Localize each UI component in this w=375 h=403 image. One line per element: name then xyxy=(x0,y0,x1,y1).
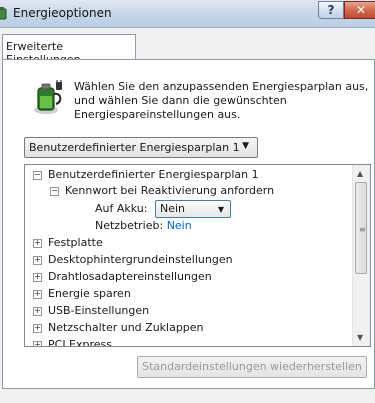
tree-item-label: Netzschalter und Zuklappen xyxy=(48,321,204,334)
tree-item-label: Drahtlosadaptereinstellungen xyxy=(48,270,212,283)
tree-item-label: Energie sparen xyxy=(48,287,131,300)
battery-plug-icon xyxy=(34,80,62,114)
description-text: Wählen Sie den anzupassenden Energiespar… xyxy=(74,80,369,121)
tree-item-label: Festplatte xyxy=(48,236,103,249)
tree-item-category[interactable]: + Energie sparen xyxy=(33,287,131,301)
collapse-icon[interactable]: − xyxy=(33,171,42,180)
tree-item-category[interactable]: + PCI Express xyxy=(33,338,113,347)
on-battery-setting: Auf Akku: Nein ▼ xyxy=(95,200,231,218)
tree-scrollbar[interactable]: ▲ ≡ ▼ xyxy=(352,165,370,346)
tree-item-label: Kennwort bei Reaktivierung anfordern xyxy=(65,184,275,197)
settings-tree[interactable]: − Benutzerdefinierter Energiesparplan 1 −… xyxy=(24,164,371,347)
on-battery-value: Nein xyxy=(159,202,186,215)
scroll-up-icon[interactable]: ▲ xyxy=(357,169,363,178)
window-title: Energieoptionen xyxy=(13,6,112,20)
tree-item-label: Desktophintergrundeinstellungen xyxy=(48,253,233,266)
tree-item-category[interactable]: + Netzschalter und Zuklappen xyxy=(33,321,204,335)
tree-item-label: PCI Express xyxy=(48,338,113,347)
scroll-down-icon[interactable]: ▼ xyxy=(357,333,363,342)
tree-item-category[interactable]: + Festplatte xyxy=(33,236,103,250)
tree-item-category[interactable]: + USB-Einstellungen xyxy=(33,304,149,318)
tree-item-label: Benutzerdefinierter Energiesparplan 1 xyxy=(48,168,259,181)
title-bar[interactable]: Energieoptionen ? ✕ xyxy=(0,0,375,28)
chevron-down-icon: ▼ xyxy=(217,205,224,214)
plugged-in-setting: Netzbetrieb: Nein xyxy=(95,219,192,233)
close-button[interactable]: ✕ xyxy=(344,1,375,19)
expand-icon[interactable]: + xyxy=(33,307,42,316)
collapse-icon[interactable]: − xyxy=(50,187,59,196)
on-battery-dropdown[interactable]: Nein ▼ xyxy=(154,200,231,218)
tree-item-category[interactable]: + Drahtlosadaptereinstellungen xyxy=(33,270,212,284)
tree-item-category[interactable]: + Desktophintergrundeinstellungen xyxy=(33,253,233,267)
expand-icon[interactable]: + xyxy=(33,290,42,299)
expand-icon[interactable]: + xyxy=(33,256,42,265)
tab-advanced-settings[interactable]: Erweiterte Einstellungen xyxy=(2,34,136,66)
help-button[interactable]: ? xyxy=(318,1,344,19)
scroll-thumb[interactable]: ≡ xyxy=(355,182,367,274)
power-options-icon xyxy=(0,7,7,20)
plan-dropdown[interactable]: Benutzerdefinierter Energiesparplan 1 ▼ xyxy=(24,137,258,158)
grip-icon: ≡ xyxy=(359,225,366,234)
expand-icon[interactable]: + xyxy=(33,239,42,248)
plan-dropdown-value: Benutzerdefinierter Energiesparplan 1 xyxy=(29,141,240,154)
plugged-in-value[interactable]: Nein xyxy=(167,219,192,232)
on-battery-label: Auf Akku: xyxy=(95,202,148,215)
tree-item-label: USB-Einstellungen xyxy=(48,304,150,317)
chevron-down-icon: ▼ xyxy=(242,141,249,151)
tree-item-plan[interactable]: − Benutzerdefinierter Energiesparplan 1 xyxy=(33,168,259,182)
expand-icon[interactable]: + xyxy=(33,273,42,282)
plugged-in-label: Netzbetrieb: xyxy=(95,219,164,232)
expand-icon[interactable]: + xyxy=(33,324,42,333)
tree-item-password[interactable]: − Kennwort bei Reaktivierung anfordern xyxy=(50,184,274,198)
expand-icon[interactable]: + xyxy=(33,341,42,346)
restore-defaults-button[interactable]: Standardeinstellungen wiederherstellen xyxy=(137,356,367,378)
